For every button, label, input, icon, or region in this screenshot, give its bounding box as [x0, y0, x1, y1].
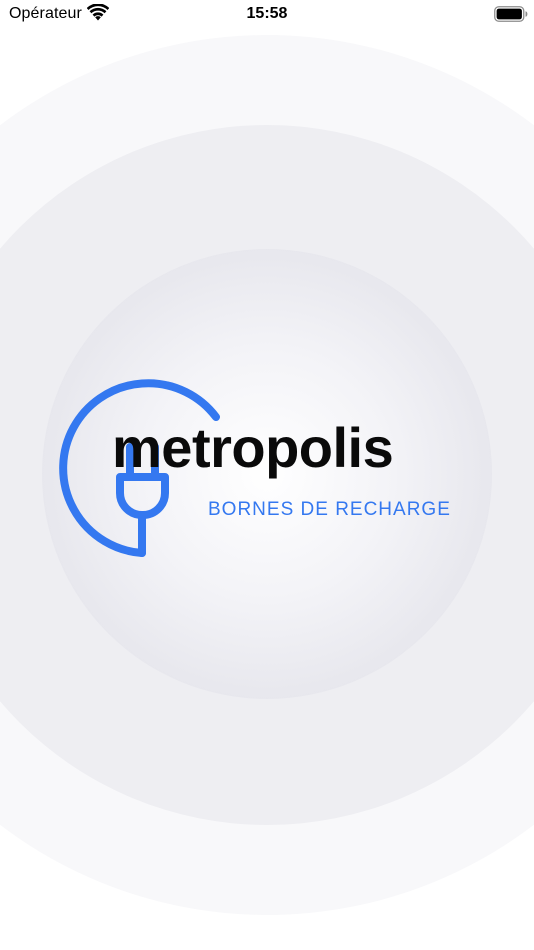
status-bar: Opérateur 15:58 — [0, 0, 534, 28]
brand-tagline: BORNES DE RECHARGE — [208, 499, 451, 520]
splash-screen: Opérateur 15:58 metropolis BORNES DE REC… — [0, 0, 534, 950]
battery-full-icon — [494, 6, 528, 22]
brand-wordmark: metropolis — [112, 416, 394, 479]
status-time: 15:58 — [246, 5, 288, 22]
